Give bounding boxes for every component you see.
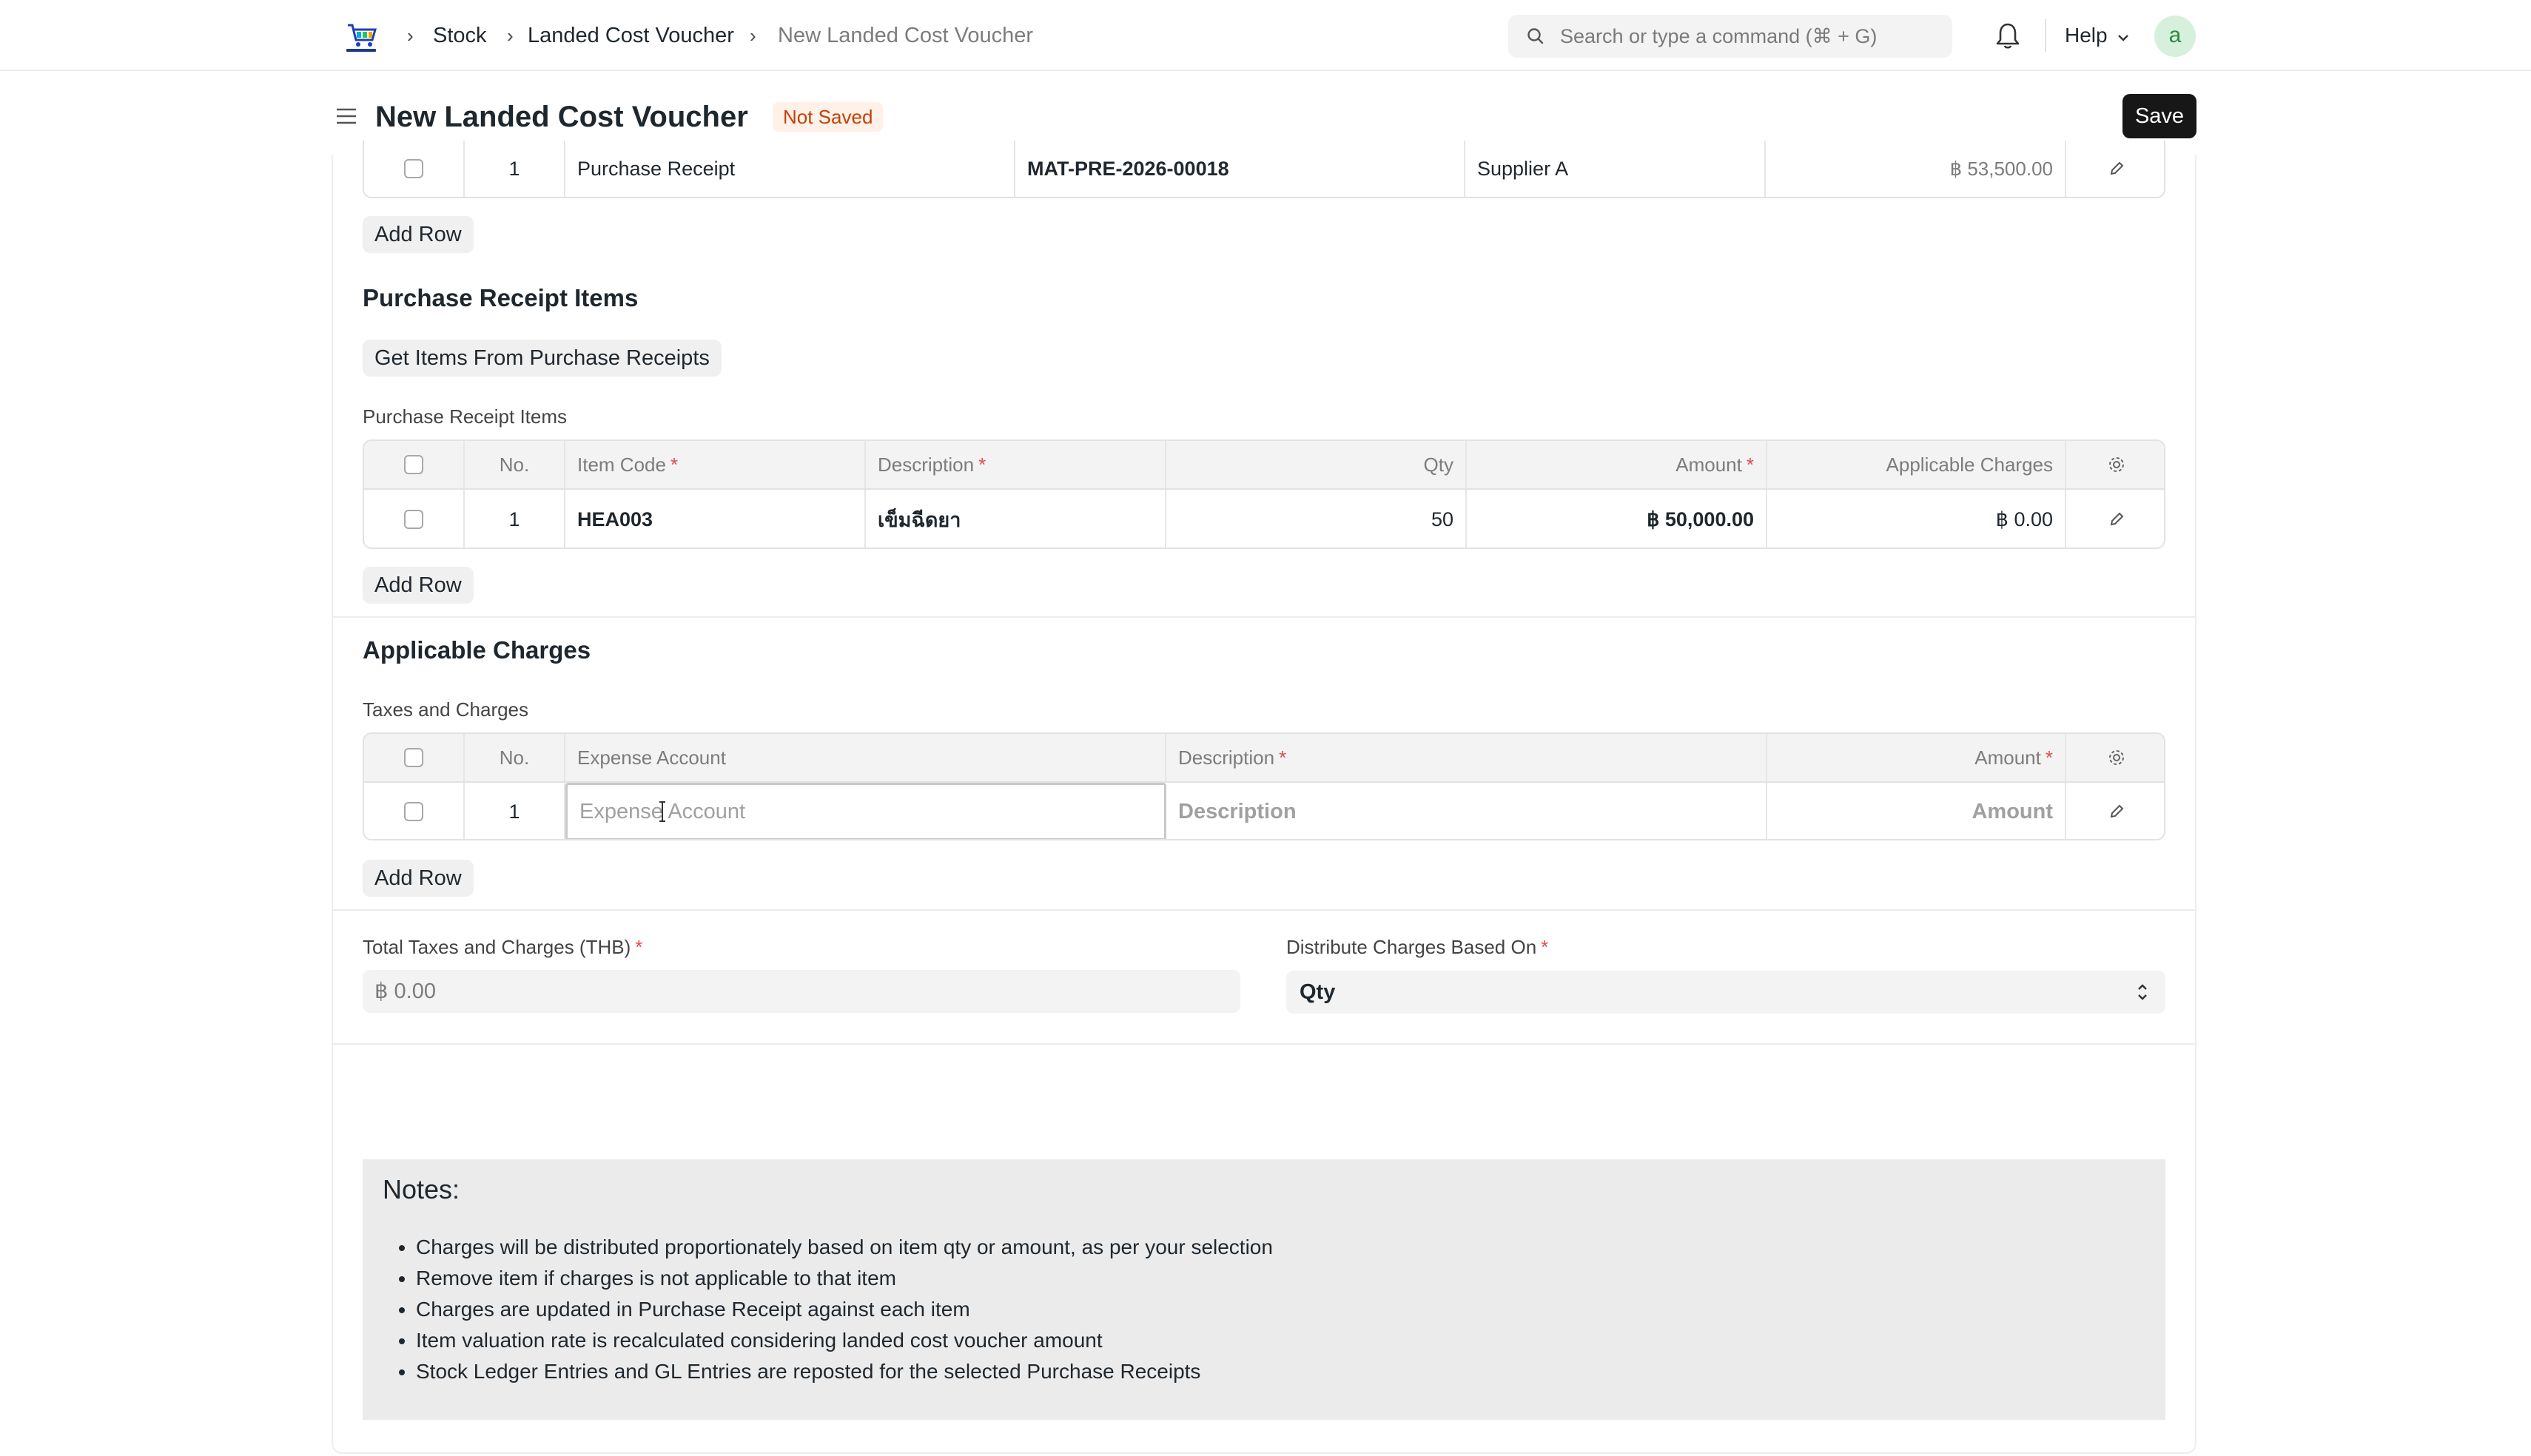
column-amount: Amount *: [1467, 441, 1767, 488]
list-item: Remove item if charges is not applicable…: [416, 1263, 1273, 1294]
distribute-charges-label: Distribute Charges Based On *: [1286, 936, 1549, 958]
row-number: 1: [465, 490, 565, 547]
section-divider: [333, 616, 2195, 618]
select-all-checkbox[interactable]: [404, 455, 423, 474]
column-expense-account: Expense Account: [565, 734, 1166, 781]
purchase-receipts-table: 1 Purchase Receipt MAT-PRE-2026-00018 Su…: [363, 141, 2165, 198]
table-row[interactable]: 1 Expense Account Description Amount: [364, 781, 2164, 839]
notes-panel: Notes: Charges will be distributed propo…: [363, 1159, 2165, 1420]
table-header: No. Expense Account Description * Amount *: [364, 734, 2164, 781]
gear-icon[interactable]: [2107, 455, 2126, 474]
column-item-code: Item Code *: [565, 441, 866, 488]
total-taxes-label: Total Taxes and Charges (THB) *: [363, 936, 643, 958]
charge-description-input[interactable]: Description: [1166, 783, 1767, 839]
receipt-document[interactable]: MAT-PRE-2026-00018: [1015, 141, 1465, 197]
add-row-button[interactable]: Add Row: [363, 860, 474, 897]
select-all-checkbox[interactable]: [404, 748, 423, 767]
list-item: Item valuation rate is recalculated cons…: [416, 1325, 1273, 1356]
sidebar-toggle-icon[interactable]: [335, 105, 358, 127]
status-badge: Not Saved: [773, 102, 884, 132]
chevron-down-icon: [2117, 21, 2129, 50]
notes-title: Notes:: [383, 1174, 460, 1204]
column-applicable-charges: Applicable Charges: [1767, 441, 2066, 488]
section-title-charges: Applicable Charges: [363, 636, 591, 664]
items-table: No. Item Code * Description * Qty Amount * …: [363, 439, 2165, 549]
list-item: Charges will be distributed proportionat…: [416, 1232, 1273, 1263]
distribute-charges-select[interactable]: Qty: [1286, 971, 2165, 1014]
item-amount-cell[interactable]: ฿ 50,000.00: [1467, 490, 1767, 547]
row-checkbox[interactable]: [404, 802, 423, 821]
list-item: Charges are updated in Purchase Receipt …: [416, 1294, 1273, 1325]
taxes-charges-table: No. Expense Account Description * Amount *…: [363, 732, 2165, 840]
column-description: Description *: [1166, 734, 1767, 781]
distribute-charges-value: Qty: [1300, 980, 1336, 1004]
table-row[interactable]: 1 HEA003 เข็มฉีดยา 50 ฿ 50,000.00 ฿ 0.00: [364, 488, 2164, 547]
row-number: 1: [465, 141, 565, 197]
column-description: Description *: [866, 441, 1166, 488]
select-arrows-icon: [2138, 984, 2147, 1000]
get-items-button[interactable]: Get Items From Purchase Receipts: [363, 340, 722, 377]
search-input[interactable]: [1560, 15, 1937, 58]
receipt-document-type[interactable]: Purchase Receipt: [565, 141, 1015, 197]
row-checkbox[interactable]: [404, 510, 423, 529]
breadcrumb-landed-cost-voucher[interactable]: Landed Cost Voucher: [528, 21, 734, 50]
help-label: Help: [2065, 24, 2108, 47]
row-number: 1: [465, 783, 565, 839]
column-no: No.: [465, 734, 565, 781]
save-button[interactable]: Save: [2122, 94, 2196, 138]
total-taxes-field[interactable]: ฿ 0.00: [363, 970, 1240, 1013]
breadcrumb-separator-icon: ›: [507, 24, 514, 47]
item-description-cell[interactable]: เข็มฉีดยา: [866, 490, 1166, 547]
table-header: No. Item Code * Description * Qty Amount * …: [364, 441, 2164, 488]
column-no: No.: [465, 441, 565, 488]
charges-table-label: Taxes and Charges: [363, 698, 529, 721]
item-code-cell[interactable]: HEA003: [565, 490, 866, 547]
row-checkbox[interactable]: [404, 159, 423, 178]
table-row[interactable]: 1 Purchase Receipt MAT-PRE-2026-00018 Su…: [364, 141, 2164, 197]
page-title: New Landed Cost Voucher: [375, 101, 748, 133]
breadcrumb-separator-icon: ›: [407, 24, 414, 47]
list-item: Stock Ledger Entries and GL Entries are …: [416, 1356, 1273, 1387]
breadcrumb-stock[interactable]: Stock: [433, 21, 487, 50]
expense-account-input[interactable]: Expense Account: [565, 783, 1166, 839]
notes-list: Charges will be distributed proportionat…: [416, 1232, 1273, 1387]
breadcrumb-separator-icon: ›: [750, 24, 756, 47]
add-row-button[interactable]: Add Row: [363, 216, 474, 253]
edit-row-icon[interactable]: [2107, 510, 2126, 529]
item-qty-cell[interactable]: 50: [1166, 490, 1467, 547]
charge-amount-input[interactable]: Amount: [1767, 783, 2066, 839]
section-divider: [333, 909, 2195, 911]
breadcrumb-current: New Landed Cost Voucher: [778, 24, 1033, 47]
text-cursor-icon: [658, 801, 667, 823]
edit-row-icon[interactable]: [2107, 159, 2126, 178]
search-bar[interactable]: [1508, 15, 1952, 58]
app-logo-icon[interactable]: [342, 18, 380, 56]
gear-icon[interactable]: [2107, 748, 2126, 767]
edit-row-icon[interactable]: [2107, 802, 2126, 821]
item-charges-cell[interactable]: ฿ 0.00: [1767, 490, 2066, 547]
navbar-divider: [2045, 19, 2046, 52]
column-amount: Amount *: [1767, 734, 2066, 781]
receipt-supplier[interactable]: Supplier A: [1465, 141, 1766, 197]
section-title-items: Purchase Receipt Items: [363, 284, 639, 311]
user-avatar[interactable]: a: [2154, 16, 2196, 57]
search-icon: [1527, 28, 1544, 44]
section-divider: [333, 1043, 2195, 1045]
receipt-grand-total: ฿ 53,500.00: [1766, 141, 2066, 197]
notification-bell-icon[interactable]: [1994, 21, 2021, 50]
column-qty: Qty: [1166, 441, 1467, 488]
items-table-label: Purchase Receipt Items: [363, 405, 568, 428]
help-menu[interactable]: Help: [2065, 21, 2129, 50]
add-row-button[interactable]: Add Row: [363, 567, 474, 604]
